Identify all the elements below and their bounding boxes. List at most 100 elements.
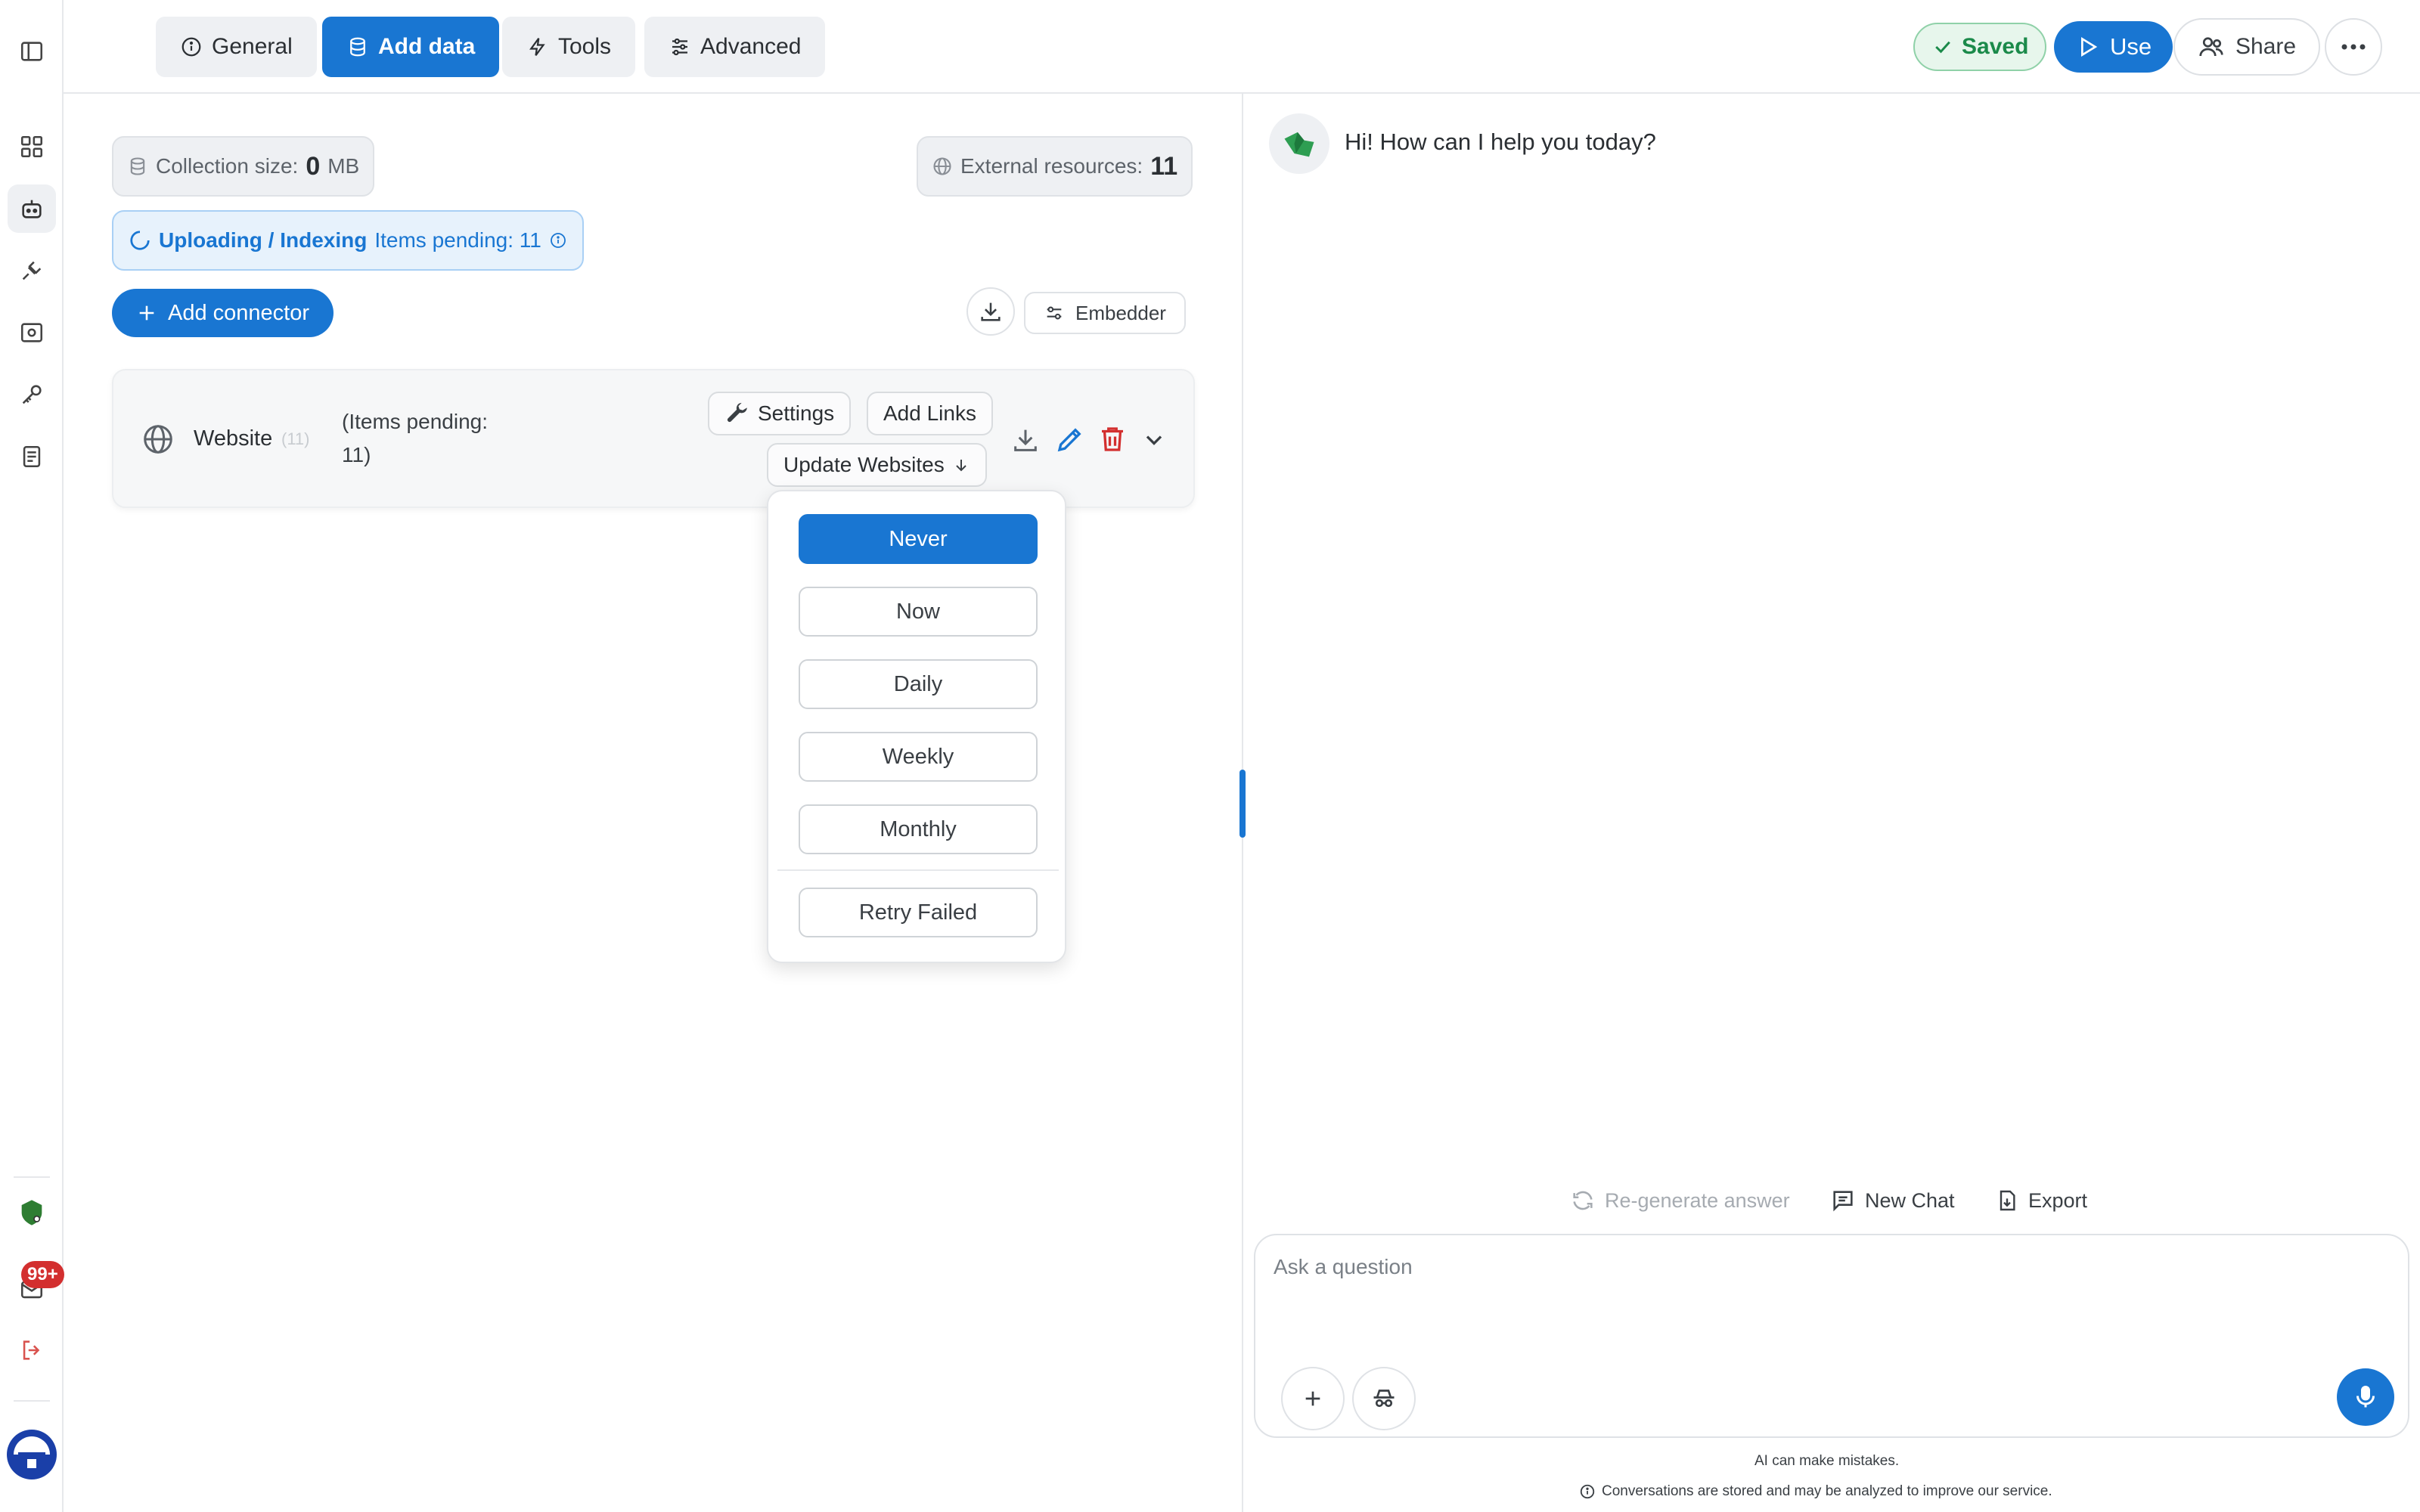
avatar[interactable]	[5, 1427, 59, 1482]
chat-input-placeholder[interactable]: Ask a question	[1274, 1255, 1413, 1279]
info-icon[interactable]	[549, 231, 567, 249]
external-resources-label: External resources:	[960, 154, 1143, 178]
microphone-button[interactable]	[2337, 1368, 2394, 1426]
chat-input-box[interactable]: Ask a question	[1254, 1234, 2409, 1438]
scan-icon[interactable]	[8, 308, 56, 357]
add-links-button[interactable]: Add Links	[867, 392, 993, 435]
sidebar-toggle-icon[interactable]	[8, 27, 56, 76]
tab-label: General	[212, 34, 293, 59]
regenerate-label: Re-generate answer	[1605, 1188, 1790, 1212]
database-icon	[350, 37, 365, 57]
plus-icon	[1305, 1391, 1320, 1406]
export-label: Export	[2028, 1188, 2088, 1212]
tab-label: Tools	[558, 34, 612, 59]
tab-general[interactable]: General	[156, 17, 317, 77]
microphone-icon	[2356, 1386, 2375, 1408]
arrow-down-icon	[956, 460, 966, 472]
privacy-text: Conversations are stored and may be anal…	[1602, 1483, 2052, 1499]
key-icon[interactable]	[8, 370, 56, 419]
dashboard-icon[interactable]	[8, 122, 56, 171]
chevron-down-icon[interactable]	[1140, 426, 1168, 454]
more-options-button[interactable]	[2325, 18, 2382, 76]
regenerate-button[interactable]: Re-generate answer	[1570, 1185, 1790, 1216]
new-chat-label: New Chat	[1865, 1188, 1955, 1212]
top-bar: General Add data Tools Advanced Saved Us…	[64, 0, 2420, 94]
download-button[interactable]	[966, 287, 1015, 336]
export-icon	[2000, 1190, 2015, 1211]
privacy-notice: Conversations are stored and may be anal…	[1579, 1483, 2052, 1500]
ai-disclaimer: AI can make mistakes.	[1754, 1453, 1900, 1469]
update-websites-label: Update Websites	[783, 453, 945, 476]
splitter-handle[interactable]	[1239, 770, 1246, 838]
rail-divider	[14, 1176, 50, 1178]
trash-icon[interactable]	[1097, 423, 1128, 455]
retry-failed-button[interactable]: Retry Failed	[799, 888, 1038, 937]
refresh-icon	[1573, 1191, 1593, 1210]
spinner-icon	[130, 231, 150, 250]
update-option-never[interactable]: Never	[799, 514, 1038, 564]
sliders-icon	[1047, 306, 1062, 320]
menu-divider	[777, 869, 1059, 871]
incognito-icon	[1373, 1390, 1395, 1408]
collection-size-value: 0	[306, 151, 321, 181]
tab-add-data[interactable]: Add data	[322, 17, 500, 77]
document-icon[interactable]	[8, 432, 56, 481]
tab-advanced[interactable]: Advanced	[644, 17, 826, 77]
tab-label: Advanced	[700, 34, 802, 59]
new-chat-button[interactable]: New Chat	[1830, 1185, 1955, 1216]
plus-icon	[139, 305, 154, 321]
bolt-icon	[529, 38, 545, 56]
logout-icon[interactable]	[8, 1326, 56, 1374]
update-websites-button[interactable]: Update Websites	[767, 443, 987, 487]
connector-pending-line2: 11)	[342, 443, 371, 466]
settings-button[interactable]: Settings	[708, 392, 852, 435]
attach-button[interactable]	[1281, 1367, 1345, 1430]
users-icon	[2199, 37, 2223, 57]
update-frequency-menu: Never Now Daily Weekly Monthly Retry Fai…	[767, 490, 1066, 963]
sliders-icon	[672, 38, 687, 56]
team-icon[interactable]	[8, 1188, 56, 1237]
check-icon	[1935, 41, 1950, 54]
indexing-state: Uploading / Indexing	[159, 228, 368, 252]
download-icon	[981, 302, 1001, 321]
add-connector-button[interactable]: Add connector	[112, 289, 334, 337]
bot-icon[interactable]	[8, 184, 56, 233]
add-connector-label: Add connector	[168, 300, 310, 325]
indexing-status-banner: Uploading / Indexing Items pending: 11	[112, 210, 584, 271]
saved-label: Saved	[1962, 34, 2029, 59]
collection-size-label: Collection size:	[156, 154, 299, 178]
saved-status-badge: Saved	[1913, 23, 2047, 71]
globe-icon	[933, 157, 951, 175]
collection-size-pill: Collection size: 0 MB	[112, 136, 375, 197]
embedder-label: Embedder	[1075, 301, 1166, 324]
website-connector-card: Website (11) (Items pending: 11) Setting…	[112, 369, 1195, 508]
database-icon	[130, 157, 145, 175]
bot-logo-icon	[1284, 132, 1314, 157]
update-option-now[interactable]: Now	[799, 587, 1038, 637]
use-button[interactable]: Use	[2054, 21, 2173, 73]
chat-icon	[1833, 1191, 1853, 1212]
collection-size-unit: MB	[327, 154, 360, 178]
plug-icon[interactable]	[8, 246, 56, 295]
embedder-button[interactable]: Embedder	[1024, 292, 1186, 334]
wrench-icon	[727, 402, 747, 423]
use-label: Use	[2110, 33, 2152, 60]
update-option-weekly[interactable]: Weekly	[799, 732, 1038, 782]
share-button[interactable]: Share	[2173, 18, 2321, 76]
export-button[interactable]: Export	[1995, 1185, 2087, 1216]
edit-icon[interactable]	[1054, 423, 1086, 455]
tab-tools[interactable]: Tools	[502, 17, 636, 77]
add-links-label: Add Links	[883, 401, 976, 425]
external-resources-value: 11	[1150, 151, 1178, 181]
play-icon	[2081, 36, 2098, 57]
download-icon[interactable]	[1010, 425, 1041, 455]
update-option-daily[interactable]: Daily	[799, 659, 1038, 709]
share-label: Share	[2235, 34, 2297, 59]
update-option-monthly[interactable]: Monthly	[799, 804, 1038, 854]
more-icon	[2341, 44, 2366, 50]
settings-label: Settings	[758, 401, 835, 425]
incognito-button[interactable]	[1352, 1367, 1416, 1430]
info-icon	[1580, 1484, 1595, 1499]
connector-name: Website	[194, 426, 273, 451]
bot-greeting: Hi! How can I help you today?	[1345, 129, 1656, 155]
